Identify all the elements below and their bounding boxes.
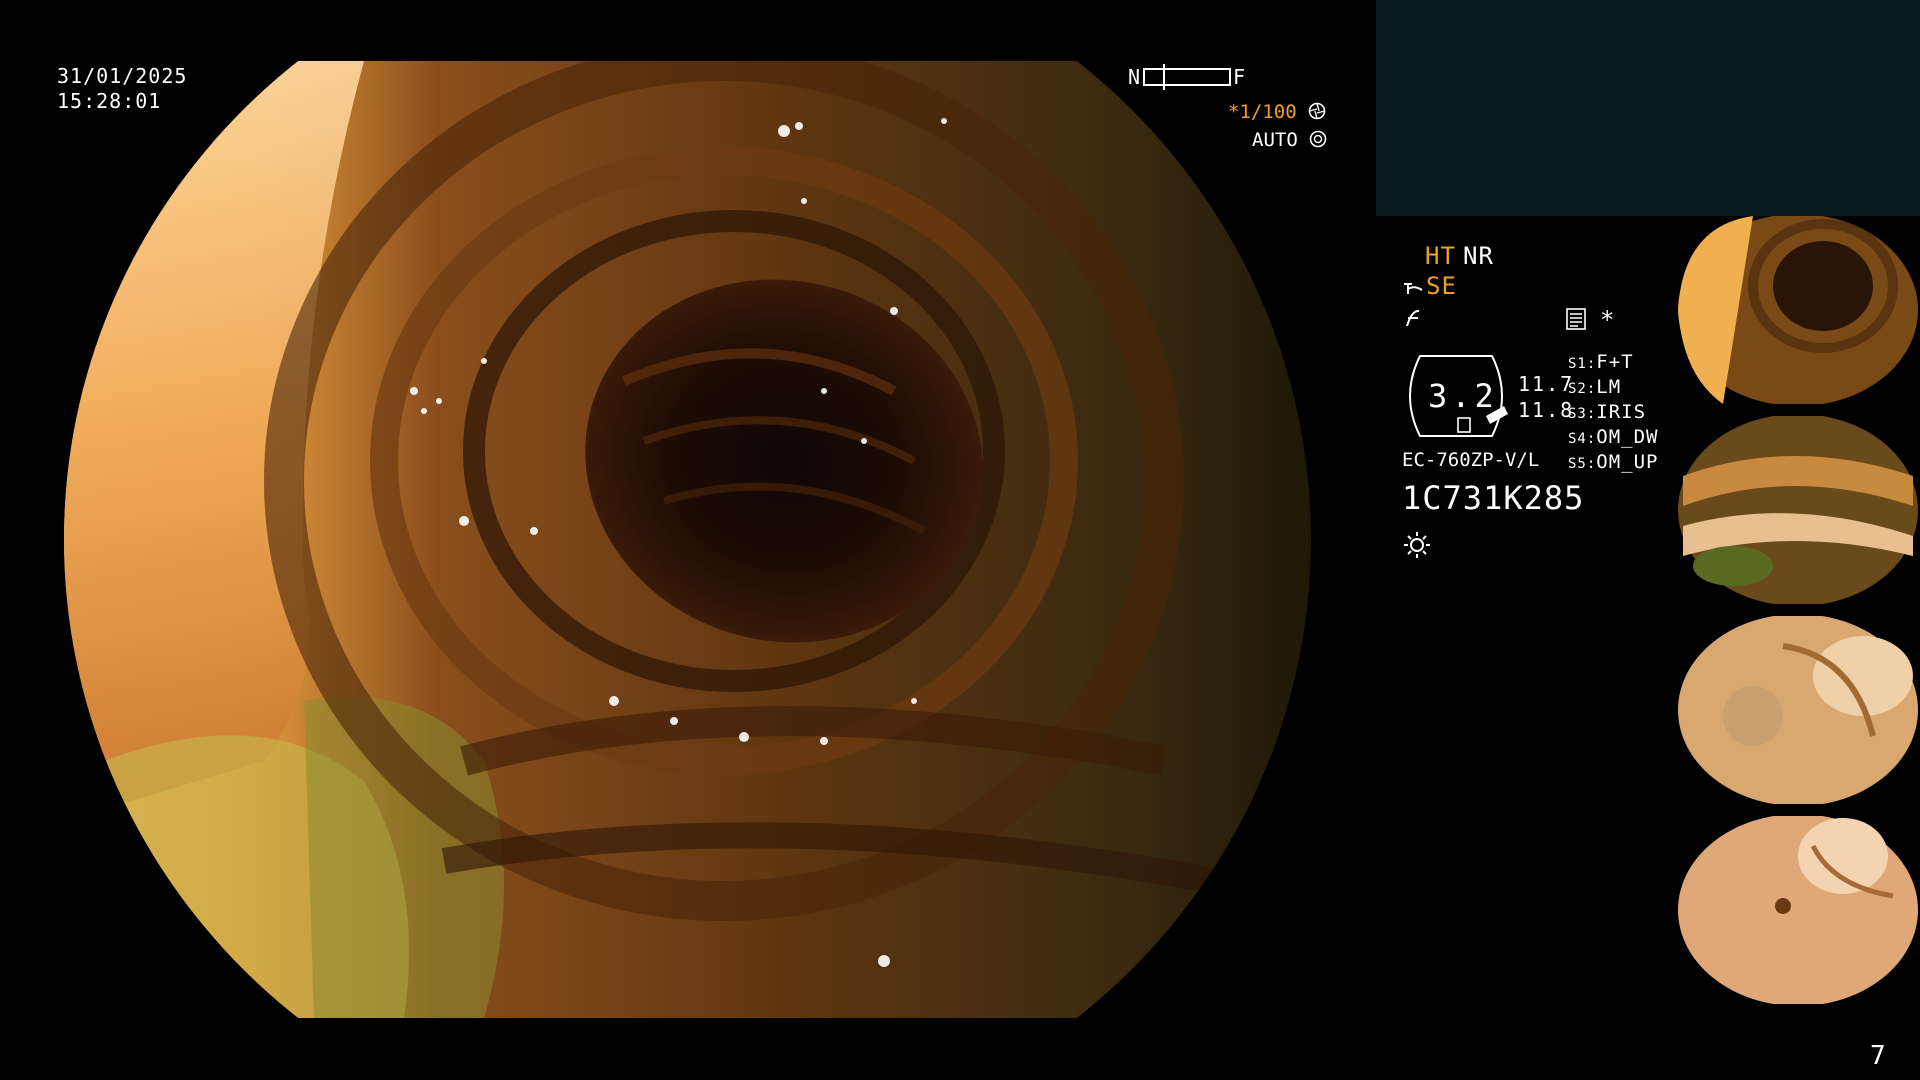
setting-key: S3:: [1568, 406, 1597, 422]
setting-value: IRIS: [1596, 401, 1647, 423]
endoscope-image: [64, 61, 1311, 1018]
focus-bar: [1143, 64, 1232, 90]
se-indicator: SE: [1426, 272, 1457, 300]
preview-panel: [1376, 0, 1920, 216]
shutter-label: *1/100: [1228, 101, 1297, 123]
setting-row: S1:F+T: [1568, 350, 1659, 375]
zoom-value: 3.2: [1428, 377, 1498, 415]
reading-1: 11.7: [1518, 372, 1575, 396]
setting-key: S5:: [1568, 456, 1597, 472]
light-icon: [1404, 532, 1430, 558]
focus-far-label: F: [1233, 65, 1247, 89]
contrast-icon: [1406, 309, 1420, 327]
thumbnail-1[interactable]: [1673, 216, 1920, 404]
aperture-icon: [1308, 102, 1326, 120]
thumbnail-image: [1673, 216, 1920, 404]
thumbnail-2[interactable]: [1673, 416, 1920, 604]
setting-row: S3:IRIS: [1568, 400, 1659, 425]
structure-icon: [1404, 283, 1423, 294]
auto-mode: AUTO: [1252, 128, 1327, 152]
time-label: 15:28:01: [57, 89, 162, 113]
focus-near-label: N: [1128, 65, 1142, 89]
thumbnail-image: [1673, 816, 1920, 1004]
ht-indicator: HT: [1425, 242, 1456, 270]
setting-value: OM_UP: [1596, 451, 1659, 473]
setting-key: S4:: [1568, 431, 1597, 447]
setting-value: F+T: [1596, 351, 1634, 373]
shutter-speed: *1/100: [1228, 100, 1326, 124]
focus-marker: [1163, 64, 1166, 90]
setting-key: S2:: [1568, 381, 1597, 397]
setting-value: OM_DW: [1596, 426, 1659, 448]
thumbnail-image: [1673, 416, 1920, 604]
setting-row: S5:OM_UP: [1568, 450, 1659, 475]
asterisk-marker: *: [1600, 306, 1616, 334]
settings-list: S1:F+T S2:LM S3:IRIS S4:OM_DW S5:OM_UP: [1568, 350, 1659, 475]
nr-indicator: NR: [1463, 242, 1494, 270]
page-number: 7: [1870, 1041, 1887, 1071]
thumbnail-3[interactable]: [1673, 616, 1920, 804]
thumbnail-image: [1673, 616, 1920, 804]
reading-2: 11.8: [1518, 398, 1575, 422]
iris-icon: [1309, 130, 1327, 148]
endoscope-view: [64, 61, 1311, 1018]
setting-key: S1:: [1568, 356, 1597, 372]
scope-model: EC-760ZP-V/L: [1402, 449, 1540, 471]
date-label: 31/01/2025: [57, 64, 188, 88]
focus-gauge: N F: [1128, 64, 1246, 90]
record-icon: [1566, 308, 1586, 330]
thumbnail-4[interactable]: [1673, 816, 1920, 1004]
serial-number: 1C731K285: [1402, 479, 1585, 517]
setting-row: S2:LM: [1568, 375, 1659, 400]
auto-label: AUTO: [1252, 129, 1298, 151]
setting-value: LM: [1596, 376, 1622, 398]
setting-row: S4:OM_DW: [1568, 425, 1659, 450]
